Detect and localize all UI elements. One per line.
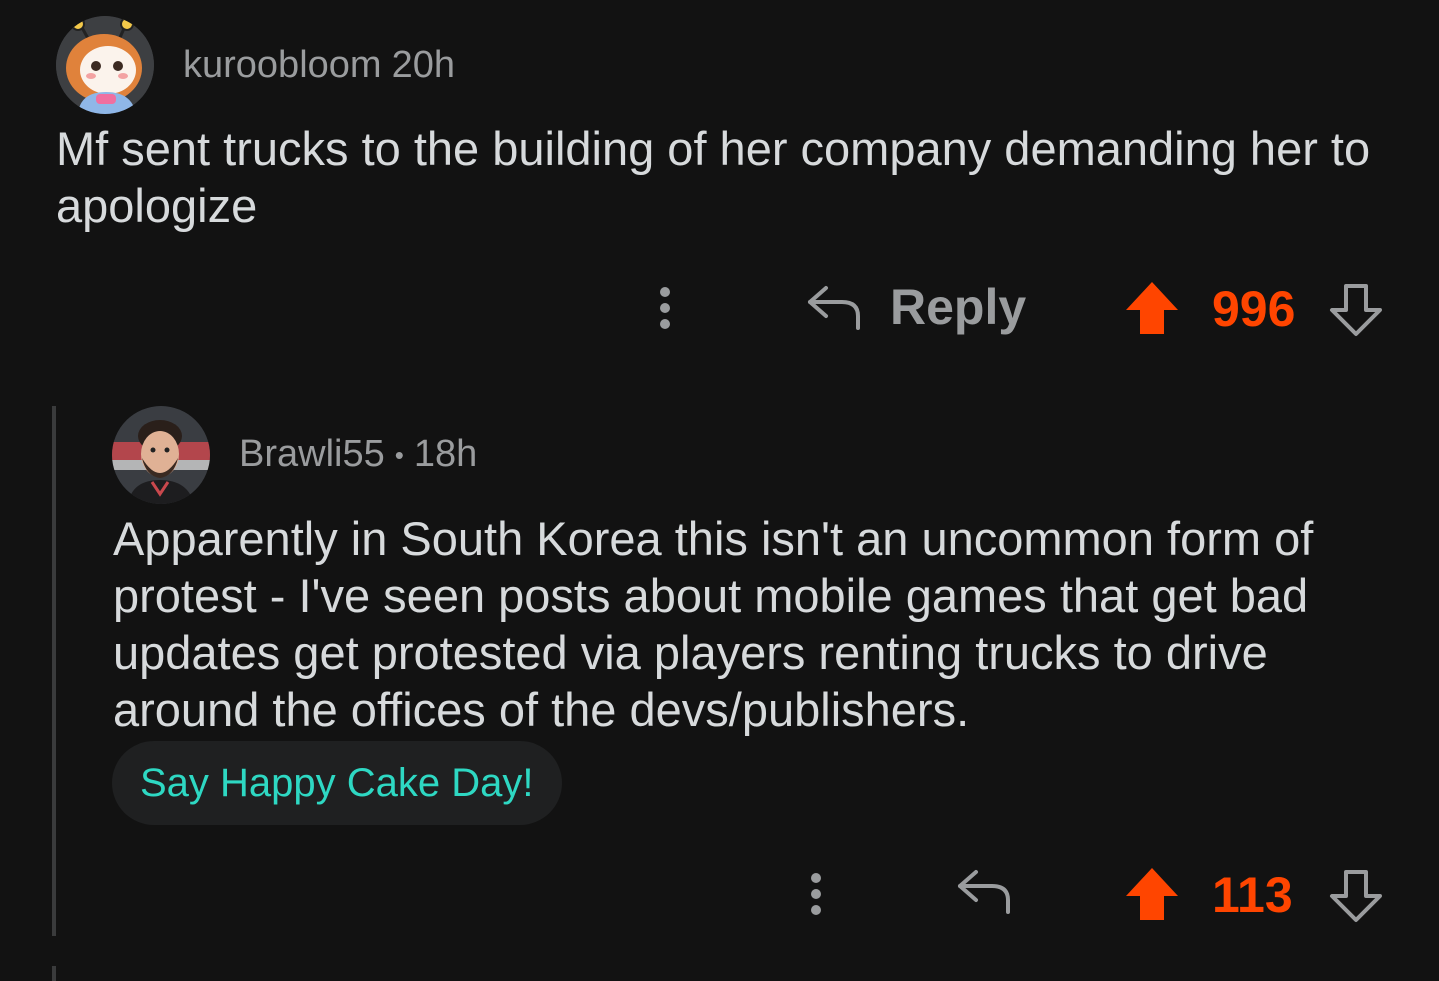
thread-line[interactable]	[52, 406, 56, 936]
man-avatar	[112, 406, 210, 504]
reply-button[interactable]: Reply	[806, 278, 1026, 336]
upvote-arrow-filled-icon	[1126, 282, 1178, 334]
reply-arrow-icon	[808, 286, 860, 330]
thread-line[interactable]	[52, 966, 56, 981]
timestamp: 18h	[413, 433, 478, 475]
more-options-button[interactable]	[650, 284, 680, 334]
vote-count: 113	[1212, 867, 1293, 923]
more-vertical-icon	[660, 287, 670, 329]
comment-meta: Brawli55 • 18h	[239, 433, 477, 476]
avatar[interactable]	[112, 406, 210, 504]
username[interactable]: kuroobloom	[183, 44, 382, 86]
username[interactable]: Brawli55	[239, 433, 385, 475]
upvote-button[interactable]	[1124, 280, 1180, 336]
downvote-button[interactable]	[1328, 868, 1384, 924]
upvote-arrow-filled-icon	[1126, 868, 1178, 920]
avatar[interactable]	[56, 16, 154, 114]
reply-button[interactable]	[956, 866, 1014, 921]
timestamp: 20h	[391, 44, 455, 86]
upvote-button[interactable]	[1124, 866, 1180, 922]
vote-count: 996	[1212, 281, 1296, 337]
comment-meta: kuroobloom 20h	[183, 44, 455, 87]
reply-arrow-icon	[958, 870, 1010, 914]
more-options-button[interactable]	[801, 870, 831, 920]
comment-body: Apparently in South Korea this isn't an …	[113, 512, 1314, 736]
reply-label: Reply	[890, 279, 1027, 335]
anime-girl-avatar	[56, 16, 154, 114]
downvote-button[interactable]	[1328, 282, 1384, 338]
meta-separator: •	[394, 440, 404, 471]
more-vertical-icon	[811, 873, 821, 915]
downvote-arrow-outline-icon	[1330, 870, 1382, 922]
downvote-arrow-outline-icon	[1330, 284, 1382, 336]
cake-day-button[interactable]: Say Happy Cake Day!	[112, 741, 562, 825]
comment-body: Mf sent trucks to the building of her co…	[56, 122, 1371, 232]
